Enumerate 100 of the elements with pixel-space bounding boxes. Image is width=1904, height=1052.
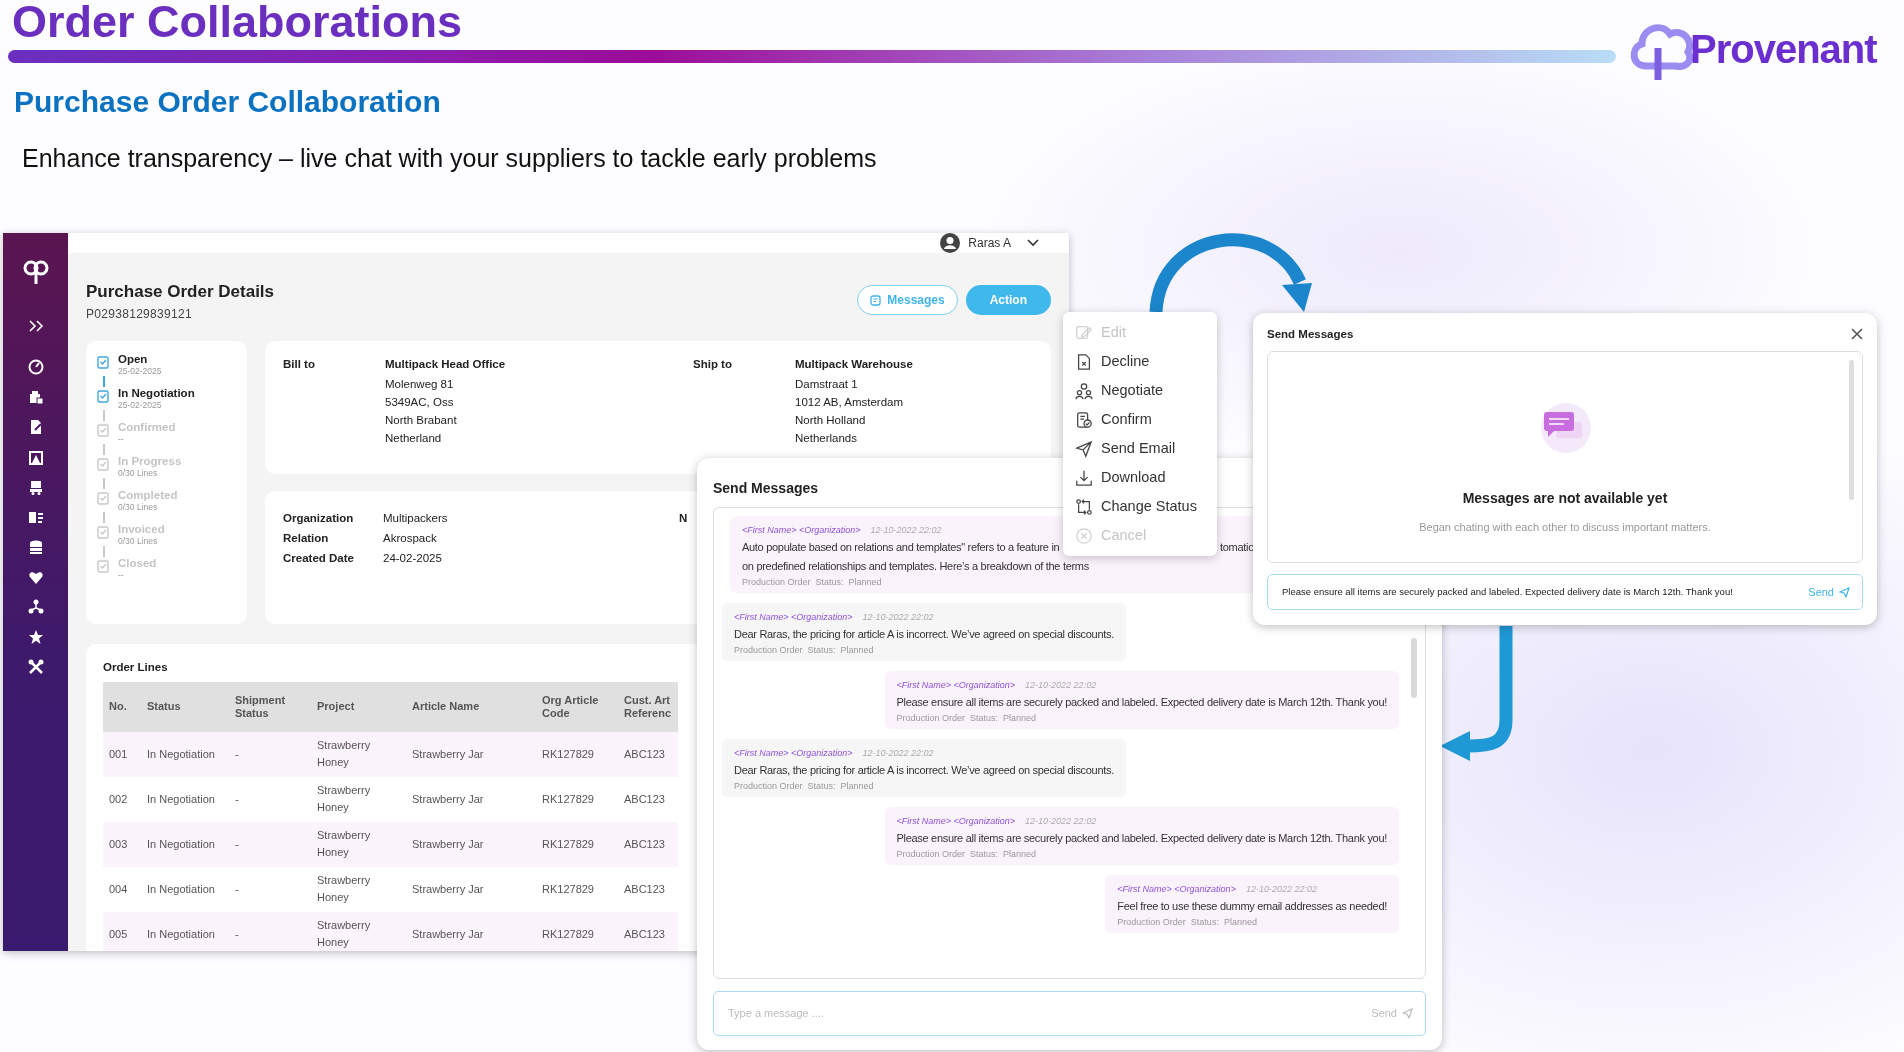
table-cell: Strawberry Jar bbox=[406, 911, 536, 951]
page-title: Purchase Order Details bbox=[86, 281, 275, 303]
field-label: Ship to bbox=[693, 356, 733, 372]
address-line: Molenweg 81 bbox=[385, 376, 455, 392]
menu-item[interactable]: Decline bbox=[1075, 347, 1217, 376]
pencil-icon bbox=[1075, 323, 1093, 342]
table-cell: 002 bbox=[103, 776, 141, 822]
scrollbar-icon bbox=[1849, 360, 1854, 500]
clipboard-icon bbox=[96, 422, 110, 437]
message-time: 12-10-2022 22:02 bbox=[870, 525, 942, 535]
gauge-icon[interactable] bbox=[27, 359, 44, 375]
sender-name: <First Name> <Organization> bbox=[896, 680, 1016, 690]
section-heading: Purchase Order Collaboration bbox=[14, 85, 442, 119]
close-icon[interactable] bbox=[1851, 328, 1863, 340]
field-value: Multipackers bbox=[383, 510, 448, 526]
menu-item[interactable]: Download bbox=[1075, 463, 1217, 492]
table-cell: Strawberry Honey bbox=[311, 866, 406, 912]
table-cell: Strawberry Jar bbox=[406, 821, 536, 867]
message-status: Production Order Status: Planned bbox=[734, 781, 874, 792]
arrows-icon bbox=[1075, 497, 1093, 516]
table-cell: Strawberry Jar bbox=[406, 866, 536, 912]
network-icon[interactable] bbox=[27, 599, 44, 615]
message-text: Please ensure all items are securely packed and labeled. Expected delivery date is March 12th. Thank you! bbox=[896, 832, 1387, 844]
table-cell: RK127829 bbox=[536, 911, 618, 951]
chat-icon bbox=[870, 294, 882, 306]
star-icon[interactable] bbox=[27, 629, 44, 645]
message-text: Dear Raras, the pricing for article A is incorrect. We’ve agreed on special discounts. bbox=[734, 628, 1114, 640]
step-detail: -- bbox=[118, 569, 125, 580]
menu-item[interactable]: Send Email bbox=[1075, 434, 1217, 463]
clipboard-icon bbox=[96, 490, 110, 505]
message-text: Feel free to use these dummy email addresses as needed! bbox=[1117, 900, 1387, 912]
table-cell: - bbox=[229, 866, 311, 912]
menu-item[interactable]: Confirm bbox=[1075, 405, 1217, 434]
status-step: Completed bbox=[118, 488, 178, 502]
table-cell: 005 bbox=[103, 911, 141, 951]
address-line: Netherland bbox=[385, 430, 443, 446]
panel-title: Send Messages bbox=[713, 479, 820, 498]
paper-plane-icon bbox=[1402, 1008, 1413, 1019]
address-line: North Brabant bbox=[385, 412, 458, 428]
address-line: 1012 AB, Amsterdam bbox=[795, 394, 905, 410]
step-detail: 25-02-2025 bbox=[118, 399, 163, 410]
column-header: Cust. Art Referenc bbox=[618, 681, 678, 732]
people-icon bbox=[1075, 381, 1093, 400]
address-line: 5349AC, Oss bbox=[385, 394, 455, 410]
clipboard-icon bbox=[96, 524, 110, 539]
table-cell: ABC123 bbox=[618, 866, 678, 912]
field-value: Akrospack bbox=[383, 530, 437, 546]
menu-item[interactable]: Change Status bbox=[1075, 492, 1217, 521]
message-status: Production Order Status: Planned bbox=[896, 713, 1037, 724]
message-time: 12-10-2022 22:02 bbox=[1245, 884, 1317, 894]
table-cell: Strawberry Honey bbox=[311, 821, 406, 867]
message-text: Auto populate based on relations and templates" refers to a feature in bbox=[742, 541, 1060, 553]
field-label: Bill to bbox=[283, 356, 316, 372]
section-title: Order Lines bbox=[103, 659, 168, 675]
table-cell: - bbox=[229, 821, 311, 867]
message-field[interactable]: Please ensure all items are securely packed and labeled. Expected delivery date is March 12th. Thank you! Send bbox=[1267, 574, 1863, 610]
step-detail: -- bbox=[118, 433, 125, 444]
table-cell: - bbox=[229, 776, 311, 822]
status-step: Open bbox=[118, 352, 162, 366]
field-label: Created Date bbox=[283, 550, 355, 566]
table-cell: - bbox=[229, 911, 311, 951]
empty-state-title: Messages are not available yet bbox=[1462, 489, 1668, 509]
clipboard-icon bbox=[96, 456, 110, 471]
menu-item[interactable]: Negotiate bbox=[1075, 376, 1217, 405]
user-name: Raras A bbox=[968, 235, 1011, 252]
table-cell: ABC123 bbox=[618, 731, 678, 777]
table-cell: RK127829 bbox=[536, 731, 618, 777]
table-cell: Strawberry Honey bbox=[311, 776, 406, 822]
download-icon bbox=[1075, 468, 1093, 487]
warning-icon[interactable] bbox=[27, 449, 44, 465]
message-status: Production Order Status: Planned bbox=[742, 577, 882, 588]
status-step: Closed bbox=[118, 556, 157, 570]
sender-name: <First Name> <Organization> bbox=[734, 612, 853, 622]
tagline: Enhance transparency – live chat with your suppliers to tackle early problems bbox=[22, 143, 878, 173]
table-cell: 004 bbox=[103, 866, 141, 912]
message-time: 12-10-2022 22:02 bbox=[1025, 680, 1097, 690]
scrollbar[interactable] bbox=[1411, 638, 1417, 698]
message-time: 12-10-2022 22:02 bbox=[1025, 816, 1097, 826]
empty-state-text: Began chating with each other to discuss important matters. bbox=[1419, 520, 1711, 536]
table-cell: In Negotiation bbox=[141, 731, 229, 777]
step-detail: 25-02-2025 bbox=[118, 365, 162, 376]
tools-icon[interactable] bbox=[27, 659, 44, 675]
table-cell: RK127829 bbox=[536, 866, 618, 912]
status-step: In Progress bbox=[118, 454, 182, 468]
status-step: Invoiced bbox=[118, 522, 165, 536]
heart-icon[interactable] bbox=[27, 569, 44, 585]
sender-name: <First Name> <Organization> bbox=[896, 816, 1016, 826]
database-icon[interactable] bbox=[27, 539, 44, 555]
table-cell: Strawberry Honey bbox=[311, 911, 406, 951]
x-circle-icon bbox=[1075, 526, 1093, 545]
address-name: Multipack Warehouse bbox=[795, 356, 913, 372]
column-header: Status bbox=[141, 681, 229, 732]
table-cell: Strawberry Jar bbox=[406, 731, 536, 777]
column-header: Project bbox=[311, 681, 406, 732]
table-cell: 003 bbox=[103, 821, 141, 867]
message-text: tomatic bbox=[1220, 540, 1254, 555]
table-cell: In Negotiation bbox=[141, 776, 229, 822]
table-cell: 001 bbox=[103, 731, 141, 777]
table-cell: ABC123 bbox=[618, 821, 678, 867]
box-icon[interactable] bbox=[27, 389, 44, 405]
